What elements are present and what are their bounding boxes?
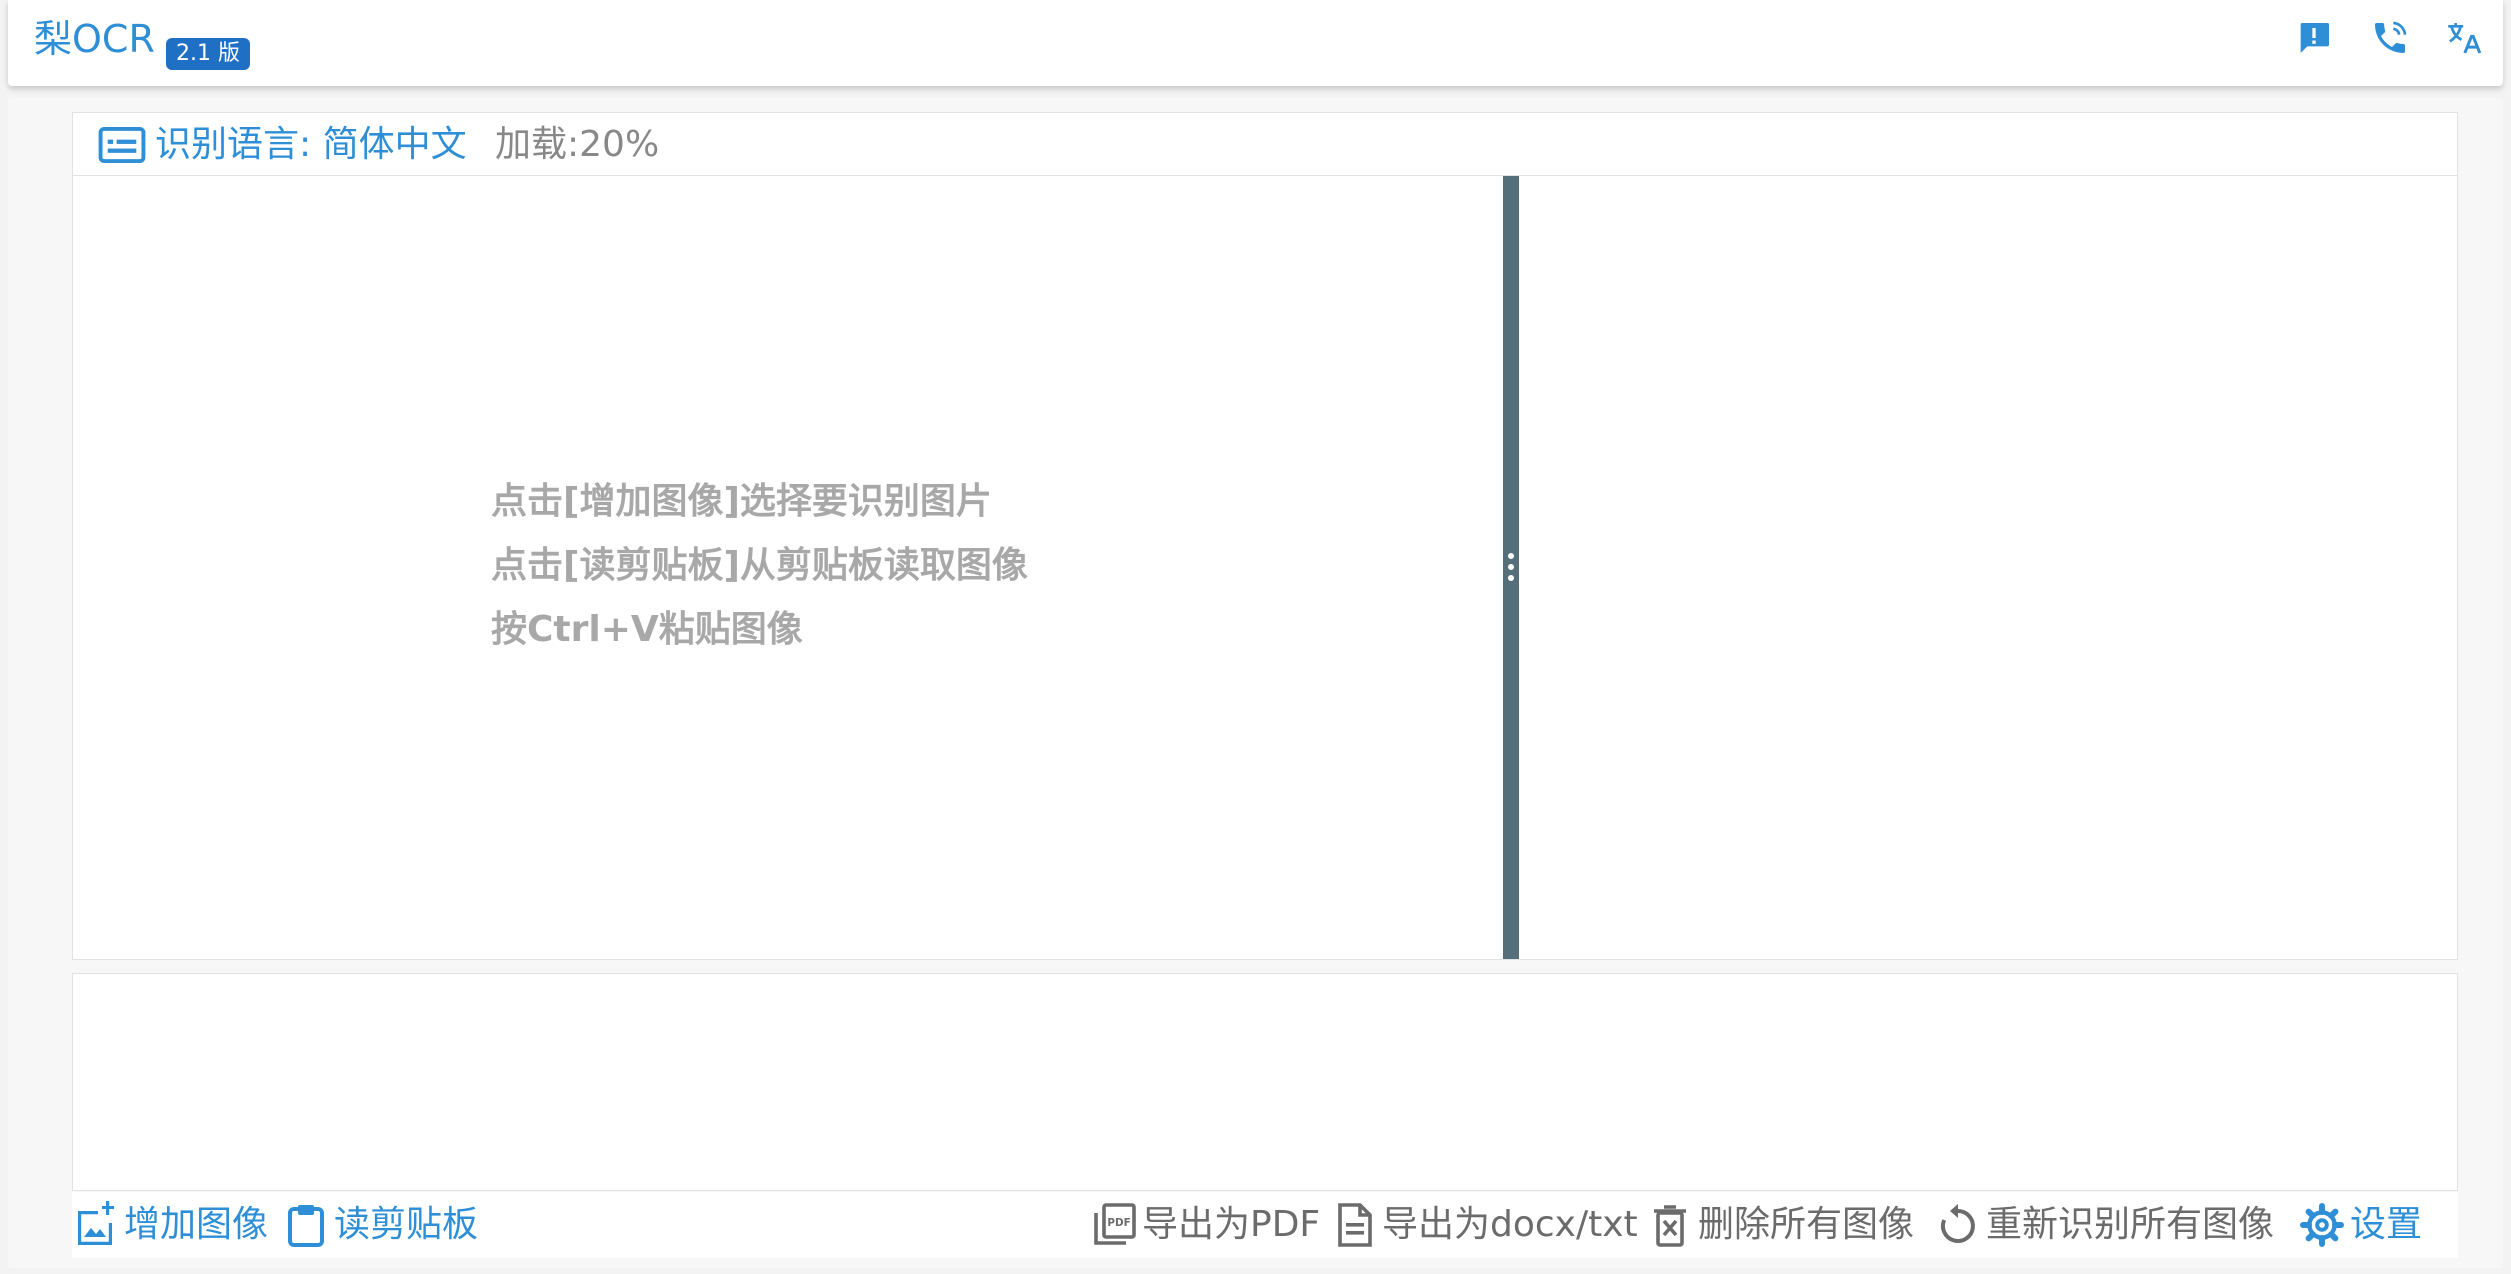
settings-label: 设置 xyxy=(2350,1204,2423,1245)
hint-add-image: 点击[增加图像]选择要识别图片 xyxy=(491,481,992,522)
app-bar: 梨OCR 2.1 版 xyxy=(8,0,2503,86)
subtitles-icon xyxy=(98,126,146,164)
delete-all-button[interactable]: 删除所有图像 xyxy=(1646,1192,1914,1258)
phone-icon[interactable] xyxy=(2370,18,2410,58)
gear-icon xyxy=(2300,1203,2344,1247)
language-bar[interactable]: 识别语言: 简体中文 加载:20% xyxy=(72,112,2458,176)
refresh-icon xyxy=(1940,1204,1975,1243)
translate-icon[interactable] xyxy=(2444,18,2484,58)
delete-all-label: 删除所有图像 xyxy=(1698,1204,1915,1245)
document-icon xyxy=(1338,1203,1372,1247)
recognition-language-label[interactable]: 识别语言: 简体中文 xyxy=(155,121,467,169)
clipboard-icon xyxy=(288,1205,324,1247)
hint-paste: 按Ctrl+V粘贴图像 xyxy=(491,609,803,650)
export-docx-button[interactable]: 导出为docx/txt xyxy=(1330,1192,1638,1258)
delete-icon xyxy=(1654,1205,1686,1247)
export-pdf-button[interactable]: PDF 导出为PDF xyxy=(1090,1192,1320,1258)
drag-handle-icon[interactable] xyxy=(1508,553,1514,559)
drag-handle-dot xyxy=(1508,564,1514,570)
read-clipboard-label: 读剪贴板 xyxy=(334,1204,479,1245)
feedback-icon[interactable] xyxy=(2294,18,2334,58)
result-text-area[interactable] xyxy=(72,973,2458,1191)
add-image-icon xyxy=(78,1201,114,1245)
bottom-toolbar: 增加图像 读剪贴板 PDF 导出为PDF 导出为docx/txt 删除所有图像 … xyxy=(72,1192,2458,1258)
pane-splitter[interactable] xyxy=(1503,176,1519,959)
add-image-label: 增加图像 xyxy=(124,1204,269,1245)
drag-handle-dot xyxy=(1508,575,1514,581)
pdf-icon: PDF xyxy=(1094,1203,1136,1245)
work-area: 点击[增加图像]选择要识别图片 点击[读剪贴板]从剪贴板读取图像 按Ctrl+V… xyxy=(72,176,2458,960)
export-docx-label: 导出为docx/txt xyxy=(1382,1204,1638,1245)
version-badge: 2.1 版 xyxy=(166,38,250,70)
app-title: 梨OCR xyxy=(34,17,155,61)
rerecognize-all-label: 重新识别所有图像 xyxy=(1986,1204,2275,1245)
read-clipboard-button[interactable]: 读剪贴板 xyxy=(282,1192,478,1258)
hint-read-clipboard: 点击[读剪贴板]从剪贴板读取图像 xyxy=(491,545,1028,586)
add-image-button[interactable]: 增加图像 xyxy=(72,1192,268,1258)
settings-button[interactable]: 设置 xyxy=(2298,1192,2422,1258)
export-pdf-label: 导出为PDF xyxy=(1142,1204,1321,1245)
rerecognize-all-button[interactable]: 重新识别所有图像 xyxy=(1934,1192,2274,1258)
load-status: 加载:20% xyxy=(495,124,660,165)
svg-text:PDF: PDF xyxy=(1107,1217,1130,1229)
